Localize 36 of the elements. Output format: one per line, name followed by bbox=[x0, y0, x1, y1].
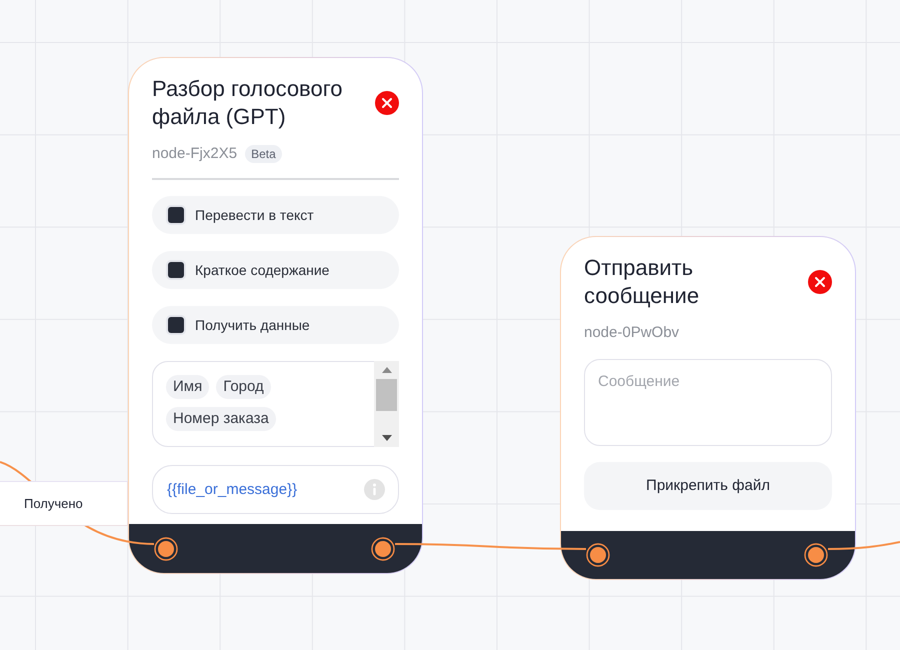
option-label: Получить данные bbox=[195, 316, 310, 335]
checkbox[interactable] bbox=[166, 260, 186, 280]
node-id-label: node-0PwObv bbox=[584, 323, 680, 343]
option-label: Краткое содержание bbox=[195, 260, 330, 280]
option-row[interactable]: Краткое содержание bbox=[152, 251, 399, 289]
port-handle[interactable] bbox=[154, 536, 178, 560]
checkbox[interactable] bbox=[166, 205, 186, 225]
tag-chip[interactable]: Имя bbox=[166, 375, 210, 399]
message-field[interactable]: Сообщение bbox=[584, 359, 832, 446]
close-button[interactable] bbox=[808, 270, 832, 294]
checkbox[interactable] bbox=[166, 315, 186, 335]
node-id-label: node-Fjx2X5 bbox=[152, 144, 238, 164]
attach-file-button[interactable]: Прикрепить файл bbox=[584, 462, 832, 510]
variable-field[interactable]: {{file_or_message}} bbox=[152, 465, 399, 514]
option-row[interactable]: Получить данные bbox=[152, 306, 399, 344]
node-title: Разбор голосового файла (GPT) bbox=[152, 75, 344, 131]
option-row[interactable]: Перевести в текст bbox=[152, 196, 399, 234]
scroll-down-arrow-icon[interactable] bbox=[382, 435, 392, 441]
close-icon bbox=[375, 91, 399, 115]
port-handle[interactable] bbox=[586, 543, 610, 567]
tags-field[interactable]: Имя Город Номер заказа bbox=[152, 361, 399, 447]
close-icon bbox=[808, 270, 832, 294]
option-label: Перевести в текст bbox=[195, 206, 314, 225]
port-handle[interactable] bbox=[804, 543, 828, 567]
close-button[interactable] bbox=[375, 91, 399, 115]
scroll-up-arrow-icon[interactable] bbox=[382, 367, 392, 373]
scrollbar-thumb[interactable] bbox=[376, 379, 397, 411]
tag-chip[interactable]: Номер заказа bbox=[166, 407, 276, 431]
tag-chip[interactable]: Город bbox=[216, 375, 271, 399]
node-title: Отправить сообщение bbox=[584, 254, 700, 310]
connector-line[interactable] bbox=[828, 541, 900, 550]
connector-line[interactable] bbox=[395, 543, 586, 550]
scrollbar[interactable] bbox=[374, 361, 399, 447]
edge-label[interactable]: Получено bbox=[0, 481, 128, 526]
label-badge: Beta bbox=[245, 145, 282, 163]
port-handle[interactable] bbox=[371, 536, 395, 560]
